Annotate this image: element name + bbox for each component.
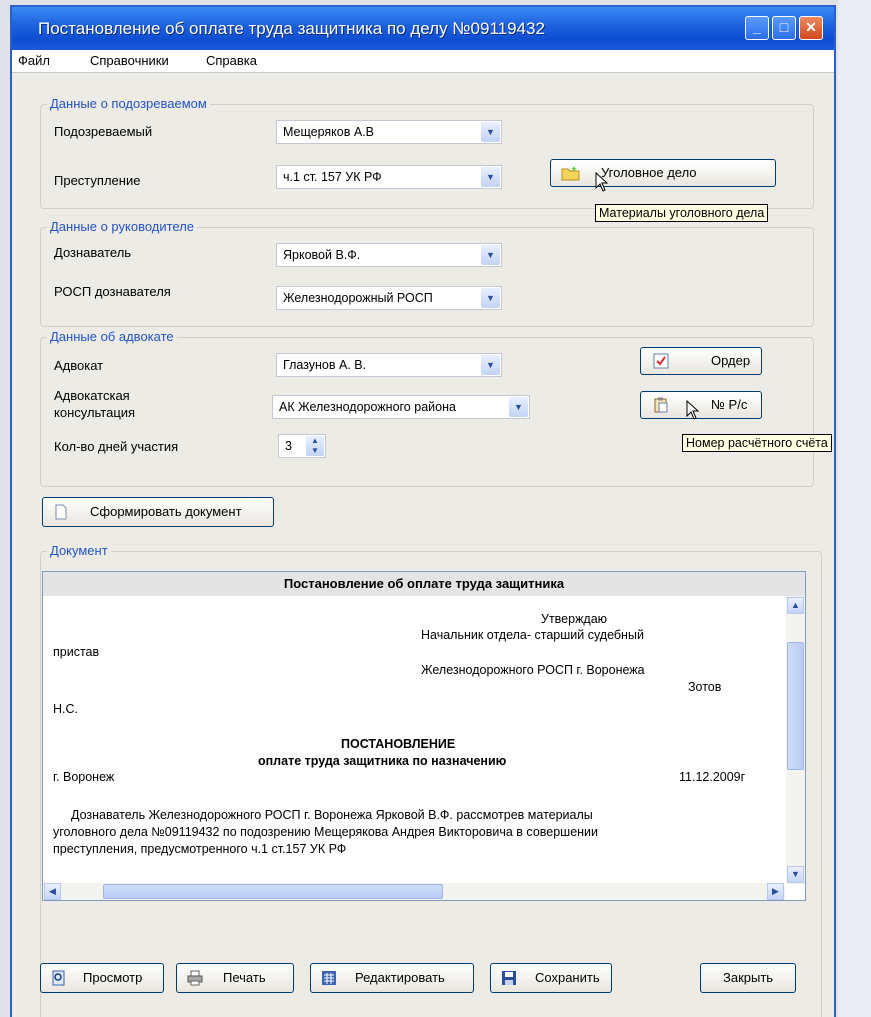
menu-file[interactable]: Файл — [18, 53, 50, 68]
crime-label: Преступление — [54, 173, 141, 188]
generate-document-button[interactable]: Сформировать документ — [42, 497, 274, 527]
title-bar: Постановление об оплате труда защитника … — [12, 7, 834, 50]
document-body-1: Дознаватель Железнодорожного РОСП г. Вор… — [71, 808, 593, 822]
document-body-2: уголовного дела №09119432 по подозрению … — [53, 825, 599, 839]
supervisor-group-title: Данные о руководителе — [47, 219, 198, 234]
vertical-scroll-thumb[interactable] — [787, 642, 804, 770]
preview-button[interactable]: Просмотр — [40, 963, 164, 993]
mouse-cursor-icon — [686, 400, 700, 420]
approve-text: Утверждаю — [541, 612, 608, 626]
print-label: Печать — [223, 970, 266, 985]
order-label: Ордер — [711, 353, 751, 368]
document-preview[interactable]: Постановление об оплате труда защитника … — [42, 571, 806, 901]
menu-bar: Файл Справочники Справка — [12, 50, 834, 73]
magnifier-icon — [52, 970, 65, 986]
account-number-label: № Р/с — [711, 397, 748, 412]
chevron-down-icon: ▼ — [481, 122, 500, 142]
approve-line-6: Н.С. — [53, 702, 78, 716]
printer-icon — [187, 970, 203, 986]
table-icon — [322, 971, 336, 985]
menu-help[interactable]: Справка — [206, 53, 257, 68]
consult-label-1: Адвокатская — [54, 388, 130, 403]
chevron-down-icon: ▼ — [481, 288, 500, 308]
document-group-title: Документ — [47, 543, 111, 558]
menu-references[interactable]: Справочники — [90, 53, 169, 68]
background-strip — [838, 0, 871, 1017]
rosp-label: РОСП дознавателя — [54, 284, 171, 299]
close-button[interactable]: Закрыть — [700, 963, 796, 993]
scroll-right-icon[interactable]: ▶ — [767, 883, 784, 900]
investigator-select[interactable]: Ярковой В.Ф. ▼ — [276, 243, 502, 267]
chevron-down-icon: ▼ — [509, 397, 528, 417]
chevron-down-icon: ▼ — [481, 355, 500, 375]
close-label: Закрыть — [723, 970, 774, 985]
order-button[interactable]: Ордер — [640, 347, 762, 375]
edit-button[interactable]: Редактировать — [310, 963, 474, 993]
lawyer-label: Адвокат — [54, 358, 104, 373]
chevron-down-icon: ▼ — [481, 167, 500, 187]
generate-document-label: Сформировать документ — [90, 504, 242, 519]
folder-icon — [561, 166, 580, 181]
document-subheading: оплате труда защитника по назначению — [258, 754, 507, 768]
suspect-group-title: Данные о подозреваемом — [47, 96, 210, 111]
document-body-3: преступления, предусмотренного ч.1 ст.15… — [53, 842, 347, 856]
crime-select[interactable]: ч.1 ст. 157 УК РФ ▼ — [276, 165, 502, 189]
criminal-case-label: Уголовное дело — [601, 165, 697, 180]
edit-label: Редактировать — [355, 970, 445, 985]
scroll-down-icon[interactable]: ▼ — [787, 866, 804, 883]
preview-label: Просмотр — [83, 970, 143, 985]
consultation-value: АК Железнодорожного района — [279, 400, 456, 414]
consult-label-2: консультация — [54, 405, 136, 420]
case-tooltip: Материалы уголовного дела — [595, 204, 769, 222]
approve-line-5: Зотов — [688, 680, 722, 694]
document-date: 11.12.2009г — [679, 770, 746, 784]
document-heading: ПОСТАНОВЛЕНИЕ — [341, 737, 456, 751]
lawyer-group-title: Данные об адвокате — [47, 329, 177, 344]
mouse-cursor-icon — [595, 172, 609, 192]
horizontal-scroll-thumb[interactable] — [103, 884, 443, 899]
approve-line-4: Железнодорожного РОСП г. Воронежа — [421, 663, 645, 677]
minimize-button[interactable]: _ — [745, 16, 769, 40]
days-value: 3 — [285, 439, 292, 453]
scroll-up-icon[interactable]: ▲ — [787, 597, 804, 614]
account-tooltip: Номер расчётного счёта — [682, 434, 832, 452]
approve-line-2: Начальник отдела- старший судебный — [421, 628, 644, 642]
suspect-select[interactable]: Мещеряков А.В ▼ — [276, 120, 502, 144]
window-title: Постановление об оплате труда защитника … — [38, 19, 545, 38]
investigator-label: Дознаватель — [54, 245, 132, 260]
approve-line-3: пристав — [53, 645, 100, 659]
suspect-value: Мещеряков А.В — [283, 125, 375, 139]
crime-value: ч.1 ст. 157 УК РФ — [283, 170, 382, 184]
supervisor-group: Данные о руководителе — [40, 219, 814, 327]
save-button[interactable]: Сохранить — [490, 963, 612, 993]
days-stepper[interactable]: 3 ▲ ▼ — [278, 434, 326, 458]
horizontal-scrollbar[interactable]: ◀ ▶ — [43, 883, 785, 900]
maximize-button[interactable]: □ — [772, 16, 796, 40]
lawyer-select[interactable]: Глазунов А. В. ▼ — [276, 353, 502, 377]
scroll-left-icon[interactable]: ◀ — [44, 883, 61, 900]
document-header: Постановление об оплате труда защитника — [43, 572, 805, 596]
vertical-scrollbar[interactable]: ▲ ▼ — [786, 596, 805, 884]
document-icon — [55, 504, 67, 520]
consultation-select[interactable]: АК Железнодорожного района ▼ — [272, 395, 530, 419]
close-window-button[interactable]: ✕ — [799, 16, 823, 40]
rosp-select[interactable]: Железнодорожный РОСП ▼ — [276, 286, 502, 310]
suspect-label: Подозреваемый — [54, 124, 153, 139]
floppy-disk-icon — [502, 971, 516, 985]
investigator-value: Ярковой В.Ф. — [283, 248, 361, 262]
account-number-button[interactable]: № Р/с — [640, 391, 762, 419]
chevron-down-icon: ▼ — [481, 245, 500, 265]
rosp-value: Железнодорожный РОСП — [283, 291, 433, 305]
spin-arrows-icon[interactable]: ▲ ▼ — [306, 436, 324, 456]
print-button[interactable]: Печать — [176, 963, 294, 993]
lawyer-value: Глазунов А. В. — [283, 358, 367, 372]
days-label: Кол-во дней участия — [54, 439, 179, 454]
clipboard-icon — [654, 397, 668, 413]
app-window: Постановление об оплате труда защитника … — [10, 5, 836, 1017]
save-label: Сохранить — [535, 970, 600, 985]
document-city: г. Воронеж — [53, 770, 115, 784]
checklist-icon — [653, 353, 669, 369]
criminal-case-button[interactable]: Уголовное дело — [550, 159, 776, 187]
